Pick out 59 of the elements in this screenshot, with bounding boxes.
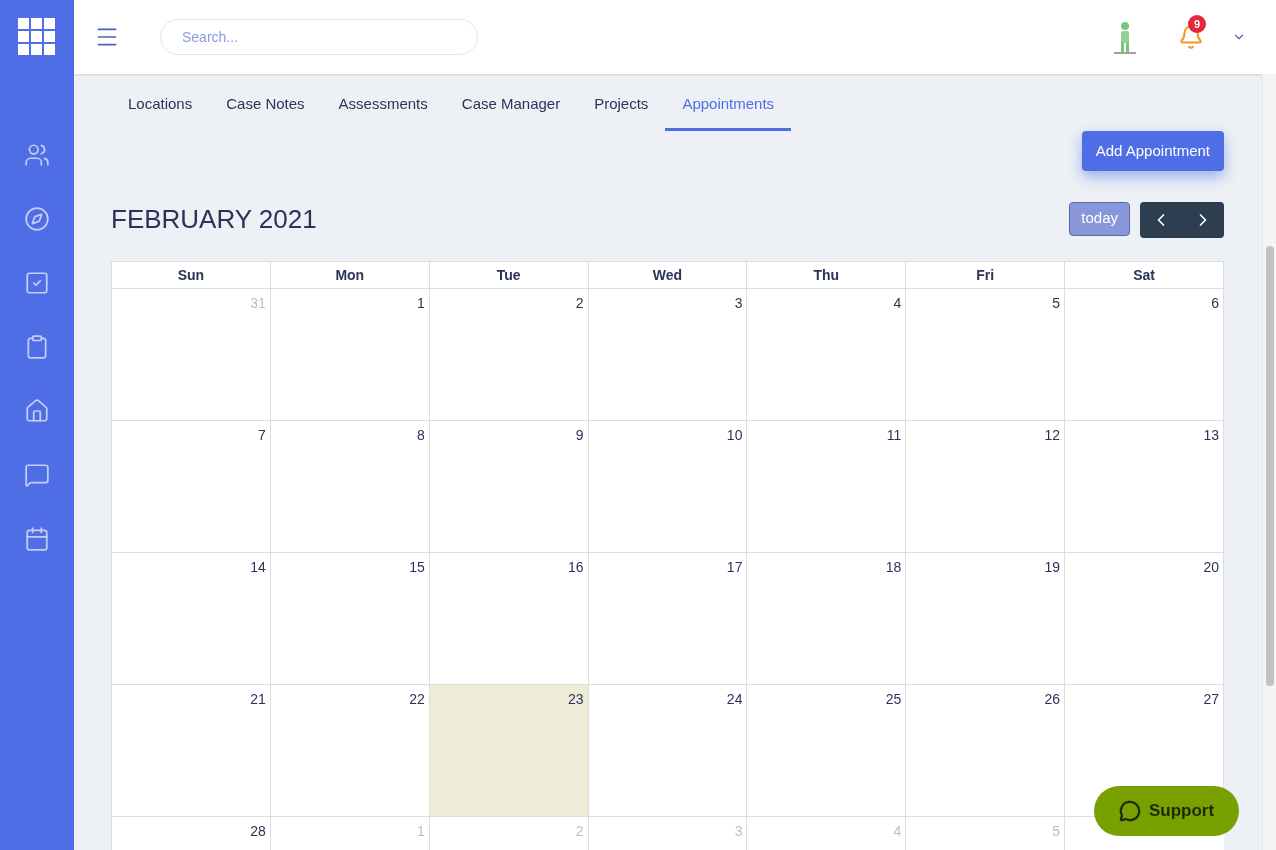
compass-icon[interactable] (24, 206, 50, 232)
day-number[interactable]: 15 (409, 559, 425, 575)
weekday-header: Tue (429, 262, 589, 289)
checkbox-icon[interactable] (24, 270, 50, 296)
next-button[interactable] (1182, 201, 1224, 238)
day-number[interactable]: 23 (568, 691, 584, 707)
notification-badge: 9 (1188, 15, 1206, 33)
avatar-figure-icon[interactable] (1112, 20, 1138, 54)
day-number[interactable]: 13 (1203, 427, 1219, 443)
day-number[interactable]: 9 (575, 427, 584, 443)
day-number[interactable]: 2 (575, 295, 584, 311)
previous-button[interactable] (1140, 201, 1182, 238)
tab[interactable]: Assessments (321, 80, 445, 131)
day-number[interactable]: 18 (885, 559, 902, 575)
weekday-header: Sun (112, 262, 271, 289)
support-button[interactable]: Support (1094, 786, 1239, 836)
day-number[interactable]: 19 (1044, 559, 1061, 575)
add-appointment-button[interactable]: Add Appointment (1081, 131, 1224, 171)
weekday-header: Fri (906, 262, 1066, 289)
day-number[interactable]: 4 (893, 295, 902, 311)
day-number[interactable]: 21 (250, 691, 266, 707)
chat-icon[interactable] (24, 462, 50, 488)
weekday-header: Wed (588, 262, 748, 289)
tab[interactable]: Locations (111, 80, 210, 131)
day-number[interactable]: 14 (250, 559, 266, 575)
tab[interactable]: Appointments (665, 80, 792, 131)
tab[interactable]: Projects (577, 80, 666, 131)
weekday-header: Sat (1065, 262, 1224, 289)
clipboard-icon[interactable] (24, 334, 50, 360)
users-icon[interactable] (24, 142, 50, 168)
day-number[interactable]: 5 (1052, 295, 1061, 311)
day-number[interactable]: 28 (250, 823, 266, 839)
day-number[interactable]: 25 (885, 691, 902, 707)
apps-grid-icon[interactable] (18, 18, 56, 56)
day-number[interactable]: 22 (409, 691, 425, 707)
day-number[interactable]: 26 (1044, 691, 1061, 707)
day-number[interactable]: 10 (726, 427, 743, 443)
tab[interactable]: Case Manager (444, 80, 578, 131)
day-number[interactable]: 1 (416, 295, 425, 311)
day-number[interactable]: 17 (726, 559, 743, 575)
day-number[interactable]: 6 (1211, 295, 1219, 311)
day-number[interactable]: 3 (734, 295, 743, 311)
tab[interactable]: Case Notes (209, 80, 322, 131)
day-number[interactable]: 12 (1044, 427, 1061, 443)
day-number[interactable]: 27 (1203, 691, 1219, 707)
day-number[interactable]: 20 (1203, 559, 1219, 575)
day-number[interactable]: 8 (416, 427, 425, 443)
day-number[interactable]: 24 (726, 691, 743, 707)
calendar-icon[interactable] (24, 526, 50, 552)
day-number[interactable]: 7 (258, 427, 266, 443)
scrollbar[interactable] (1262, 74, 1276, 850)
search-field[interactable]: Search... (160, 19, 478, 55)
weekday-header: Thu (747, 262, 907, 289)
weekday-header: Mon (270, 262, 430, 289)
speech-bubble-icon (1118, 800, 1141, 822)
home-icon[interactable] (24, 398, 50, 424)
day-number[interactable]: 16 (568, 559, 584, 575)
calendar-title: FEBRUARY 2021 (111, 203, 317, 236)
day-number[interactable]: 11 (886, 427, 902, 443)
